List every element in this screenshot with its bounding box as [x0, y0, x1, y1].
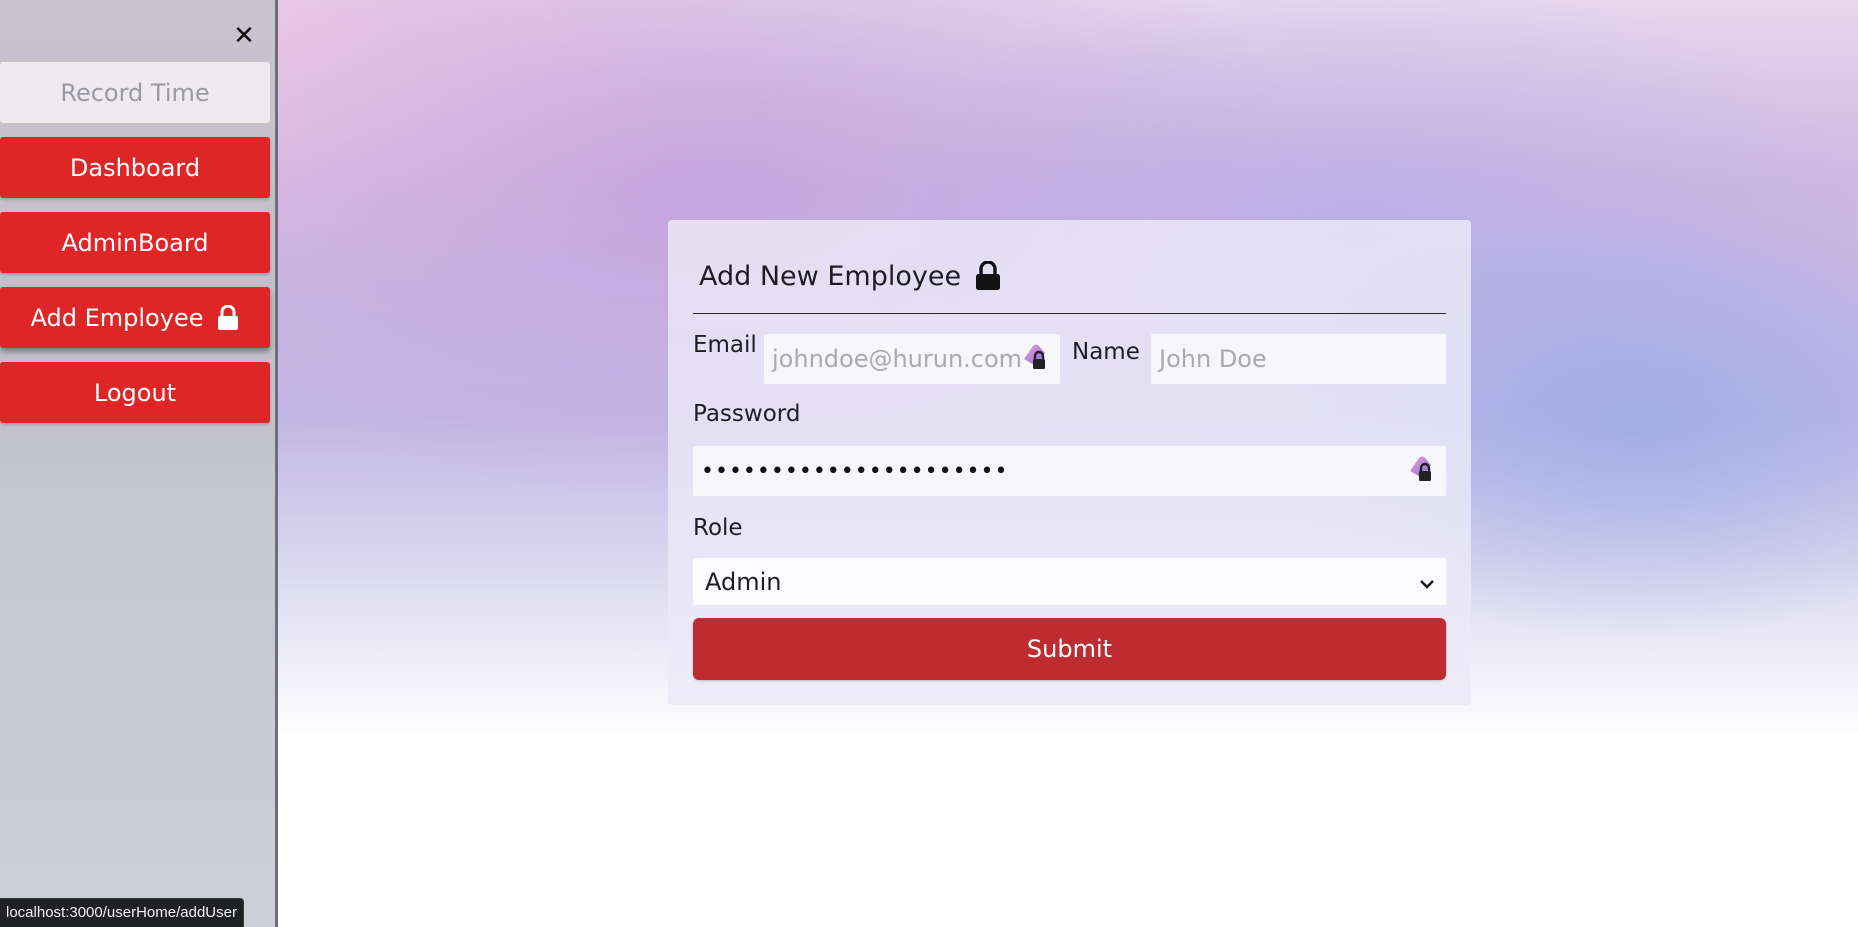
password-manager-icon[interactable] — [1404, 453, 1438, 487]
email-placeholder: johndoe@hurun.com — [772, 345, 1023, 373]
sidebar-item-dashboard[interactable]: Dashboard — [0, 137, 270, 198]
password-label: Password — [693, 401, 801, 427]
sidebar-item-label: Logout — [93, 378, 177, 407]
password-field[interactable]: •••••••••••••••••••••• — [693, 446, 1446, 496]
lock-icon — [975, 260, 1001, 291]
chevron-down-icon — [1418, 571, 1436, 589]
sidebar-item-adminboard[interactable]: AdminBoard — [0, 212, 270, 273]
role-label: Role — [693, 515, 743, 541]
lock-icon — [217, 304, 239, 331]
sidebar-item-add-employee[interactable]: Add Employee — [0, 287, 270, 348]
sidebar-item-label: Dashboard — [69, 153, 201, 182]
add-employee-form: Add New Employee Email johndoe@hurun.com — [668, 220, 1471, 705]
role-select[interactable]: Admin — [693, 558, 1446, 605]
submit-button[interactable]: Submit — [693, 618, 1446, 680]
role-selected-value: Admin — [705, 567, 782, 596]
sidebar-item-label: AdminBoard — [61, 228, 209, 257]
submit-label: Submit — [1026, 635, 1113, 663]
name-label: Name — [1072, 339, 1140, 365]
email-label: Email — [693, 332, 757, 358]
form-title-text: Add New Employee — [699, 260, 962, 292]
password-manager-icon[interactable] — [1018, 341, 1052, 375]
name-placeholder: John Doe — [1159, 345, 1267, 373]
sidebar: ✕ Record Time Dashboard AdminBoard Add E… — [0, 0, 278, 927]
sidebar-item-label: Add Employee — [30, 303, 204, 332]
form-title: Add New Employee — [699, 258, 1001, 294]
password-value: •••••••••••••••••••••• — [701, 458, 1009, 484]
sidebar-item-label: Record Time — [60, 78, 210, 107]
sidebar-item-logout[interactable]: Logout — [0, 362, 270, 423]
sidebar-item-record-time[interactable]: Record Time — [0, 62, 270, 123]
status-bar-url: localhost:3000/userHome/addUser — [0, 898, 244, 927]
title-divider — [693, 313, 1446, 314]
name-field[interactable]: John Doe — [1151, 334, 1446, 384]
close-icon[interactable]: ✕ — [230, 22, 258, 50]
email-field[interactable]: johndoe@hurun.com — [764, 334, 1060, 384]
